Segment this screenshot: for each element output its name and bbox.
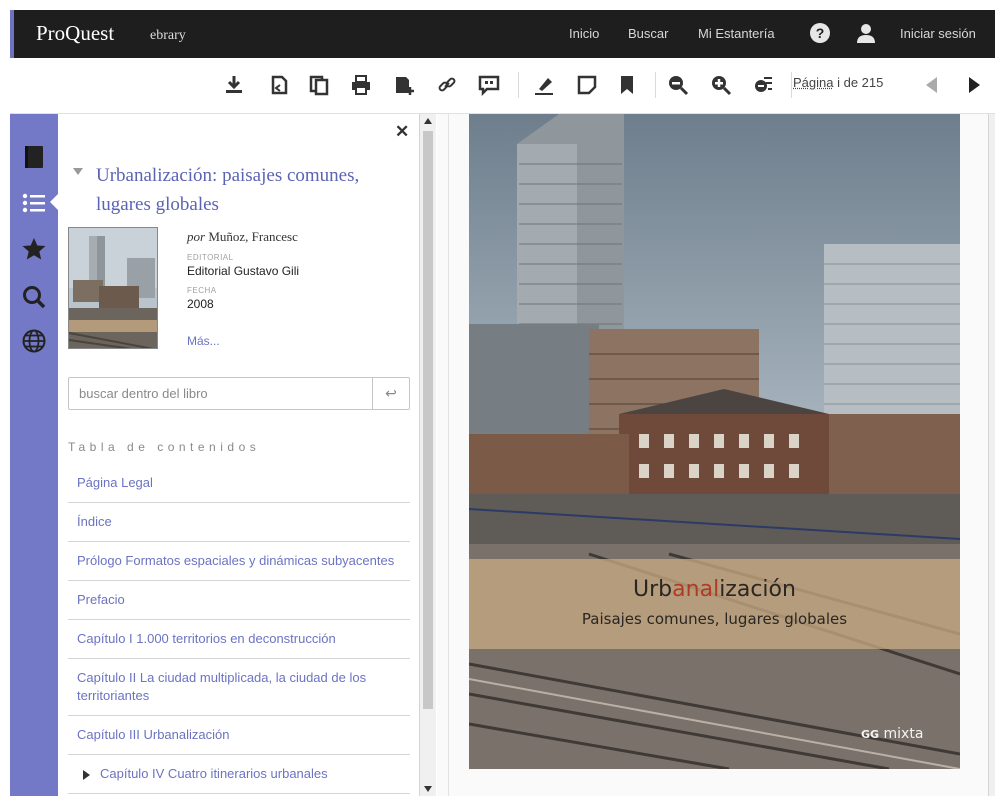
- toc-heading: Tabla de contenidos: [68, 440, 261, 454]
- author-prefix: por: [187, 229, 206, 244]
- book-icon[interactable]: [21, 144, 47, 170]
- scroll-up-icon[interactable]: [424, 118, 432, 124]
- toolbar-divider: [655, 72, 656, 98]
- nav-inicio-link[interactable]: Inicio: [569, 26, 599, 41]
- scrollbar-thumb[interactable]: [423, 131, 433, 709]
- note-icon[interactable]: [576, 74, 598, 96]
- reader-scrollbar[interactable]: [988, 114, 995, 796]
- book-page-cover: Urbanalización Paisajes comunes, lugares…: [469, 114, 960, 769]
- book-info-panel: ✕ Urbanalización: paisajes comunes, luga…: [58, 114, 418, 796]
- print-icon[interactable]: [350, 74, 372, 96]
- page-indicator[interactable]: Página i de 215: [793, 75, 883, 90]
- scroll-down-icon[interactable]: [424, 786, 432, 792]
- page-indicator-label: Página: [793, 75, 834, 90]
- toc-item[interactable]: Capítulo III Urbanalización: [68, 716, 410, 755]
- search-in-book-input[interactable]: [69, 378, 373, 409]
- next-page-icon[interactable]: [963, 74, 985, 96]
- search-icon[interactable]: [21, 284, 47, 310]
- search-in-book-box: ↩: [68, 377, 410, 410]
- date-value: 2008: [187, 297, 214, 311]
- reader-toolbar: Página i de 215: [10, 58, 995, 114]
- zoom-out-icon[interactable]: [667, 74, 689, 96]
- copy-pages-icon[interactable]: [268, 74, 290, 96]
- cover-publisher-logo: GG mixta: [861, 726, 923, 742]
- panel-scrollbar[interactable]: [419, 114, 436, 796]
- toc-item-label: Capítulo IV Cuatro itinerarios urbanales: [100, 766, 328, 781]
- book-metadata: por Muñoz, Francesc EDITORIAL Editorial …: [187, 229, 407, 311]
- previous-page-icon[interactable]: [921, 74, 943, 96]
- highlight-icon[interactable]: [533, 74, 555, 96]
- nav-buscar-link[interactable]: Buscar: [628, 26, 668, 41]
- cover-title: Urbanalización: [469, 577, 960, 602]
- fit-page-icon[interactable]: [752, 74, 774, 96]
- cover-title-accent: anal: [672, 577, 720, 602]
- help-circle-icon[interactable]: ?: [810, 23, 830, 43]
- citation-icon[interactable]: [478, 74, 500, 96]
- toc-item[interactable]: Prefacio: [68, 581, 410, 620]
- expand-triangle-icon[interactable]: [83, 770, 90, 780]
- nav-mi-estanteria-link[interactable]: Mi Estantería: [698, 26, 775, 41]
- publisher-collection: mixta: [883, 726, 924, 742]
- page-indicator-value: i de 215: [837, 75, 884, 90]
- cover-title-band: [469, 559, 960, 649]
- copy-text-icon[interactable]: [308, 74, 330, 96]
- more-details-link[interactable]: Más...: [187, 334, 220, 348]
- cover-title-part: Urb: [633, 577, 673, 602]
- link-icon[interactable]: [436, 74, 458, 96]
- toc-item-expandable[interactable]: Capítulo IV Cuatro itinerarios urbanales: [68, 755, 410, 794]
- add-to-shelf-icon[interactable]: [393, 74, 415, 96]
- date-label: FECHA: [187, 286, 217, 295]
- user-icon[interactable]: [855, 22, 877, 44]
- star-icon[interactable]: [21, 236, 47, 262]
- book-cover-thumbnail: [68, 227, 158, 349]
- download-icon[interactable]: [223, 74, 245, 96]
- table-of-contents: Página Legal Índice Prólogo Formatos esp…: [68, 464, 410, 794]
- login-link[interactable]: Iniciar sesión: [900, 26, 976, 41]
- publisher-gg: GG: [861, 728, 880, 741]
- toc-item[interactable]: Capítulo II La ciudad multiplicada, la c…: [68, 659, 410, 716]
- ebrary-label: ebrary: [150, 28, 186, 43]
- toolbar-divider: [518, 72, 519, 98]
- close-icon[interactable]: ✕: [395, 122, 409, 142]
- toc-item[interactable]: Capítulo I 1.000 territorios en deconstr…: [68, 620, 410, 659]
- toc-list-icon[interactable]: [21, 190, 47, 216]
- reader-divider: [448, 114, 449, 796]
- publisher-value: Editorial Gustavo Gili: [187, 264, 300, 278]
- toc-item[interactable]: Página Legal: [68, 464, 410, 503]
- author-name[interactable]: Muñoz, Francesc: [208, 229, 298, 244]
- collapse-triangle-icon[interactable]: [73, 168, 83, 175]
- toolbar-divider: [791, 72, 792, 98]
- cover-photo: [469, 114, 960, 769]
- top-navigation-bar: ProQuest ebrary Inicio Buscar Mi Estante…: [10, 10, 995, 58]
- bookmark-icon[interactable]: [616, 74, 638, 96]
- toc-item[interactable]: Índice: [68, 503, 410, 542]
- proquest-logo[interactable]: ProQuest: [36, 21, 114, 46]
- publisher-label: EDITORIAL: [187, 253, 234, 262]
- zoom-in-icon[interactable]: [710, 74, 732, 96]
- author-line: por Muñoz, Francesc: [187, 229, 407, 245]
- search-submit-icon[interactable]: ↩: [372, 378, 409, 409]
- side-icon-rail: [10, 114, 58, 796]
- book-title: Urbanalización: paisajes comunes, lugare…: [96, 165, 360, 215]
- toc-item[interactable]: Prólogo Formatos espaciales y dinámicas …: [68, 542, 410, 581]
- cover-title-part: ización: [719, 577, 796, 602]
- globe-icon[interactable]: [21, 328, 47, 354]
- cover-subtitle: Paisajes comunes, lugares globales: [581, 610, 848, 628]
